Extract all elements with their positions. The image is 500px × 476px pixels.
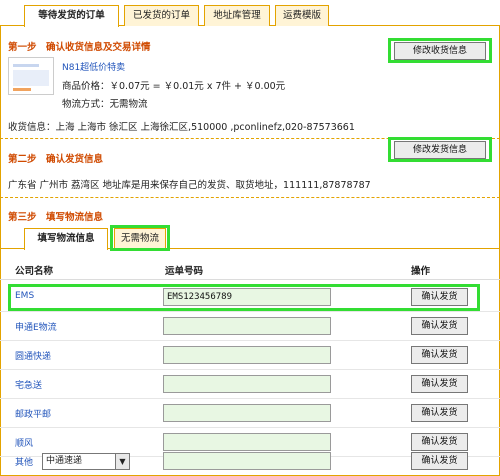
chevron-down-icon[interactable]: ▼ — [115, 454, 129, 469]
logistics-subtab-bar: 填写物流信息 无需物流 — [0, 222, 500, 250]
company-name: 邮政平邮 — [15, 410, 52, 420]
other-label: 其他 — [15, 458, 34, 468]
no-logistics-highlight — [110, 225, 170, 251]
select-value: 中通速递 — [46, 456, 83, 466]
tab-fill-logistics[interactable]: 填写物流信息 — [24, 228, 108, 250]
company-name: 宅急送 — [15, 381, 43, 391]
product-thumbnail[interactable] — [8, 57, 54, 95]
tab-address-library[interactable]: 地址库管理 — [204, 5, 270, 26]
other-company-select[interactable]: 中通速递 ▼ — [42, 453, 130, 470]
tab-shipping-templates[interactable]: 运费模版 — [275, 5, 329, 26]
col-company: 公司名称 — [15, 266, 54, 277]
top-tab-bar: 等待发货的订单 已发货的订单 地址库管理 运费模版 — [0, 0, 500, 27]
confirm-ship-button[interactable]: 确认发货 — [411, 404, 468, 422]
edit-sender-button[interactable]: 修改发货信息 — [394, 141, 486, 159]
ems-row-highlight — [8, 284, 480, 311]
tracking-input[interactable] — [163, 346, 331, 364]
tracking-input[interactable] — [163, 375, 331, 393]
table-row: 宅急送 确认发货 — [0, 370, 500, 399]
table-header: 公司名称 运单号码 操作 — [0, 259, 500, 280]
tracking-input[interactable] — [163, 404, 331, 422]
tracking-input[interactable] — [163, 452, 331, 470]
confirm-ship-button[interactable]: 确认发货 — [411, 346, 468, 364]
confirm-ship-button[interactable]: 确认发货 — [411, 317, 468, 335]
table-row: 邮政平邮 确认发货 — [0, 399, 500, 428]
confirm-ship-button[interactable]: 确认发货 — [411, 452, 468, 470]
edit-receiver-button[interactable]: 修改收货信息 — [394, 42, 486, 60]
company-name: 圆通快递 — [15, 352, 52, 362]
table-row: 申通E物流 确认发货 — [0, 312, 500, 341]
divider — [0, 197, 500, 198]
company-name: 申通E物流 — [15, 323, 57, 333]
step1-title: 第一步 确认收货信息及交易详情 — [8, 42, 151, 53]
shipping-method: 物流方式：无需物流 — [62, 99, 148, 110]
step3-title: 第三步 填写物流信息 — [8, 212, 104, 223]
tab-pending-orders[interactable]: 等待发货的订单 — [24, 5, 119, 27]
sender-info: 广东省 广州市 荔湾区 地址库是用来保存自己的发货、取货地址，111111,87… — [8, 180, 371, 191]
tracking-input[interactable] — [163, 317, 331, 335]
table-row: 其他 中通速递 ▼ 确认发货 — [0, 447, 500, 476]
confirm-ship-button[interactable]: 确认发货 — [411, 375, 468, 393]
tab-shipped-orders[interactable]: 已发货的订单 — [124, 5, 199, 26]
table-row: 圆通快递 确认发货 — [0, 341, 500, 370]
step2-title: 第二步 确认发货信息 — [8, 154, 104, 165]
product-link[interactable]: N81超低价特卖 — [62, 60, 125, 73]
price-line: 商品价格：￥0.07元 = ￥0.01元 x 7件 + ￥0.00元 — [62, 81, 286, 92]
col-action: 操作 — [411, 266, 431, 277]
receiver-info: 收货信息：上海 上海市 徐汇区 上海徐汇区,510000 ,pconlinefz… — [8, 122, 355, 133]
col-tracking: 运单号码 — [165, 266, 204, 277]
